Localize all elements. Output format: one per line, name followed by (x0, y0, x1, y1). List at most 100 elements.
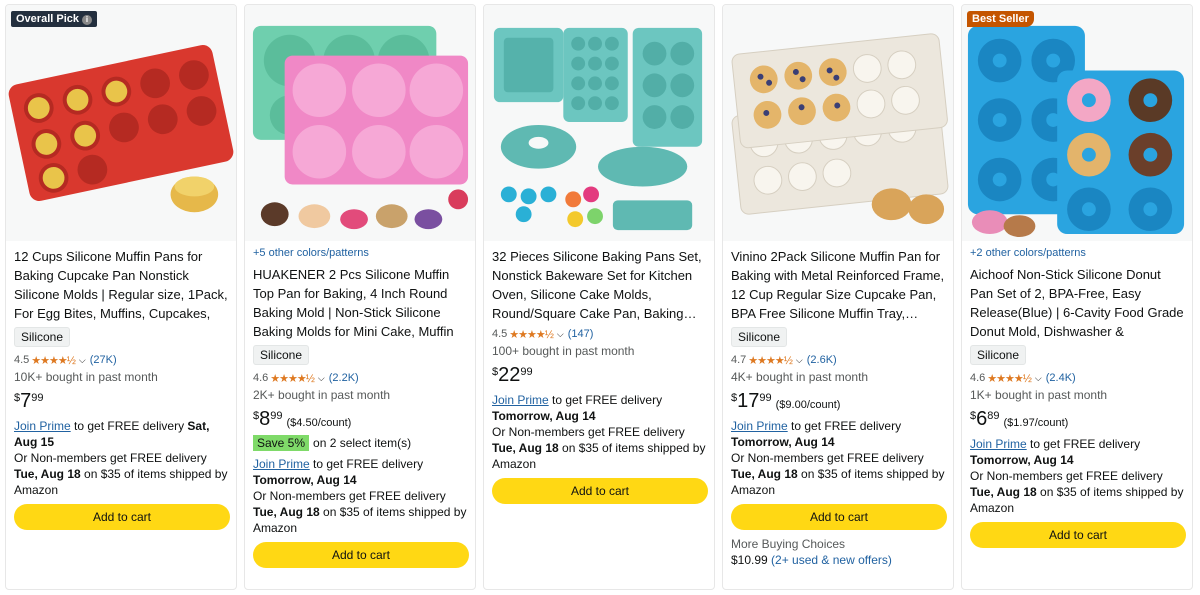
product-card: Vinino 2Pack Silicone Muffin Pan for Bak… (722, 4, 954, 590)
rating-value: 4.7 (731, 354, 747, 366)
bought-count: 4K+ bought in past month (731, 370, 869, 384)
bought-count: 2K+ bought in past month (253, 388, 391, 402)
rating-row[interactable]: 4.5 ★★★★½ ⌵ (27K) (14, 353, 228, 367)
product-image[interactable]: Best Seller (962, 5, 1192, 241)
join-prime-link[interactable]: Join Prime (14, 419, 71, 433)
nonmember-date: Tue, Aug 18 (492, 441, 559, 455)
price[interactable]: $ 6 89 ($1.97/count) (970, 408, 1184, 430)
bought-count: 1K+ bought in past month (970, 388, 1108, 402)
rating-row[interactable]: 4.7 ★★★★½ ⌵ (2.6K) (731, 353, 945, 367)
more-offers-link[interactable]: (2+ used & new offers) (771, 553, 892, 567)
delivery-info: Join Prime to get FREE delivery Tomorrow… (253, 456, 467, 536)
chevron-down-icon[interactable]: ⌵ (1035, 373, 1042, 384)
review-count[interactable]: (27K) (90, 354, 117, 366)
price[interactable]: $ 22 99 (492, 364, 706, 386)
unit-price: ($1.97/count) (1003, 417, 1069, 429)
add-to-cart-button[interactable]: Add to cart (14, 504, 230, 530)
product-card: +5 other colors/patterns HUAKENER 2 Pcs … (244, 4, 476, 590)
delivery-date: Tomorrow, Aug 14 (731, 435, 835, 449)
delivery-info: Join Prime to get FREE delivery Tomorrow… (731, 418, 945, 498)
bought-count: 10K+ bought in past month (14, 370, 158, 384)
delivery-info: Join Prime to get FREE delivery Sat, Aug… (14, 418, 228, 498)
add-to-cart-button[interactable]: Add to cart (492, 478, 708, 504)
rating-value: 4.5 (492, 328, 508, 340)
chevron-down-icon[interactable]: ⌵ (318, 373, 325, 384)
unit-price: ($9.00/count) (775, 399, 841, 411)
product-title[interactable]: Aichoof Non-Stick Silicone Donut Pan Set… (970, 265, 1184, 341)
join-prime-link[interactable]: Join Prime (253, 457, 310, 471)
chevron-down-icon[interactable]: ⌵ (796, 355, 803, 366)
product-image[interactable] (245, 5, 475, 241)
add-to-cart-button[interactable]: Add to cart (731, 504, 947, 530)
product-title[interactable]: 12 Cups Silicone Muffin Pans for Baking … (14, 247, 228, 323)
product-title[interactable]: Vinino 2Pack Silicone Muffin Pan for Bak… (731, 247, 945, 323)
star-icon: ★★★★½ (270, 372, 315, 385)
rating-row[interactable]: 4.6 ★★★★½ ⌵ (2.4K) (970, 371, 1184, 385)
delivery-info: Join Prime to get FREE delivery Tomorrow… (492, 392, 706, 472)
star-icon: ★★★★½ (748, 354, 793, 367)
info-icon[interactable]: i (82, 15, 92, 25)
delivery-text: to get FREE delivery (787, 419, 902, 433)
more-buying-choices: More Buying Choices (731, 537, 846, 551)
product-title[interactable]: 32 Pieces Silicone Baking Pans Set, Nons… (492, 247, 706, 323)
chevron-down-icon[interactable]: ⌵ (557, 329, 564, 340)
rating-value: 4.5 (14, 354, 30, 366)
price-whole: 17 (737, 390, 760, 412)
price[interactable]: $ 7 99 (14, 390, 228, 412)
material-pill: Silicone (14, 327, 71, 347)
price-whole: 7 (20, 390, 32, 412)
price-fraction: 99 (31, 392, 44, 404)
nonmember-text: Or Non-members get FREE delivery (492, 425, 685, 439)
join-prime-link[interactable]: Join Prime (731, 419, 788, 433)
nonmember-date: Tue, Aug 18 (14, 467, 81, 481)
nonmember-text: Or Non-members get FREE delivery (731, 451, 924, 465)
rating-row[interactable]: 4.5 ★★★★½ ⌵ (147) (492, 327, 706, 341)
add-to-cart-button[interactable]: Add to cart (253, 542, 469, 568)
product-image[interactable]: Overall Pick i (6, 5, 236, 241)
material-pill: Silicone (970, 345, 1027, 365)
join-prime-link[interactable]: Join Prime (970, 437, 1027, 451)
review-count[interactable]: (2.4K) (1046, 372, 1076, 384)
price-fraction: 99 (520, 366, 533, 378)
delivery-info: Join Prime to get FREE delivery Tomorrow… (970, 436, 1184, 516)
star-icon: ★★★★½ (509, 328, 554, 341)
delivery-date: Tomorrow, Aug 14 (970, 453, 1074, 467)
nonmember-text: Or Non-members get FREE delivery (253, 489, 446, 503)
delivery-text: to get FREE delivery (1026, 437, 1141, 451)
nonmember-text: Or Non-members get FREE delivery (970, 469, 1163, 483)
delivery-text: to get FREE delivery (309, 457, 424, 471)
review-count[interactable]: (147) (568, 328, 594, 340)
add-to-cart-button[interactable]: Add to cart (970, 522, 1186, 548)
overall-pick-badge: Overall Pick i (11, 11, 97, 27)
more-buying-price[interactable]: $10.99 (2+ used & new offers) (731, 553, 945, 567)
other-colors-link[interactable]: +2 other colors/patterns (970, 247, 1184, 259)
join-prime-link[interactable]: Join Prime (492, 393, 549, 407)
product-image[interactable] (484, 5, 714, 241)
review-count[interactable]: (2.2K) (329, 372, 359, 384)
more-price-value: $10.99 (731, 553, 768, 567)
delivery-text: to get FREE delivery (70, 419, 188, 433)
muffin-tray-image (723, 6, 953, 240)
rating-value: 4.6 (253, 372, 269, 384)
price[interactable]: $ 17 99 ($9.00/count) (731, 390, 945, 412)
delivery-date: Tomorrow, Aug 14 (253, 473, 357, 487)
best-seller-badge: Best Seller (967, 11, 1034, 27)
other-colors-link[interactable]: +5 other colors/patterns (253, 247, 467, 259)
save-offer[interactable]: Save 5% on 2 select item(s) (253, 435, 467, 451)
review-count[interactable]: (2.6K) (807, 354, 837, 366)
nonmember-date: Tue, Aug 18 (970, 485, 1037, 499)
chevron-down-icon[interactable]: ⌵ (79, 355, 86, 366)
product-title[interactable]: HUAKENER 2 Pcs Silicone Muffin Top Pan f… (253, 265, 467, 341)
muffin-top-pan-image (245, 6, 475, 240)
save-tag: Save 5% (253, 435, 310, 451)
nonmember-date: Tue, Aug 18 (253, 505, 320, 519)
delivery-text: to get FREE delivery (548, 393, 663, 407)
rating-row[interactable]: 4.6 ★★★★½ ⌵ (2.2K) (253, 371, 467, 385)
donut-pan-image (962, 6, 1192, 240)
product-card: Best Seller +2 other colors/patterns Aic… (961, 4, 1193, 590)
price-whole: 22 (498, 364, 521, 386)
product-image[interactable] (723, 5, 953, 241)
product-card: 32 Pieces Silicone Baking Pans Set, Nons… (483, 4, 715, 590)
price[interactable]: $ 8 99 ($4.50/count) (253, 408, 467, 430)
rating-value: 4.6 (970, 372, 986, 384)
